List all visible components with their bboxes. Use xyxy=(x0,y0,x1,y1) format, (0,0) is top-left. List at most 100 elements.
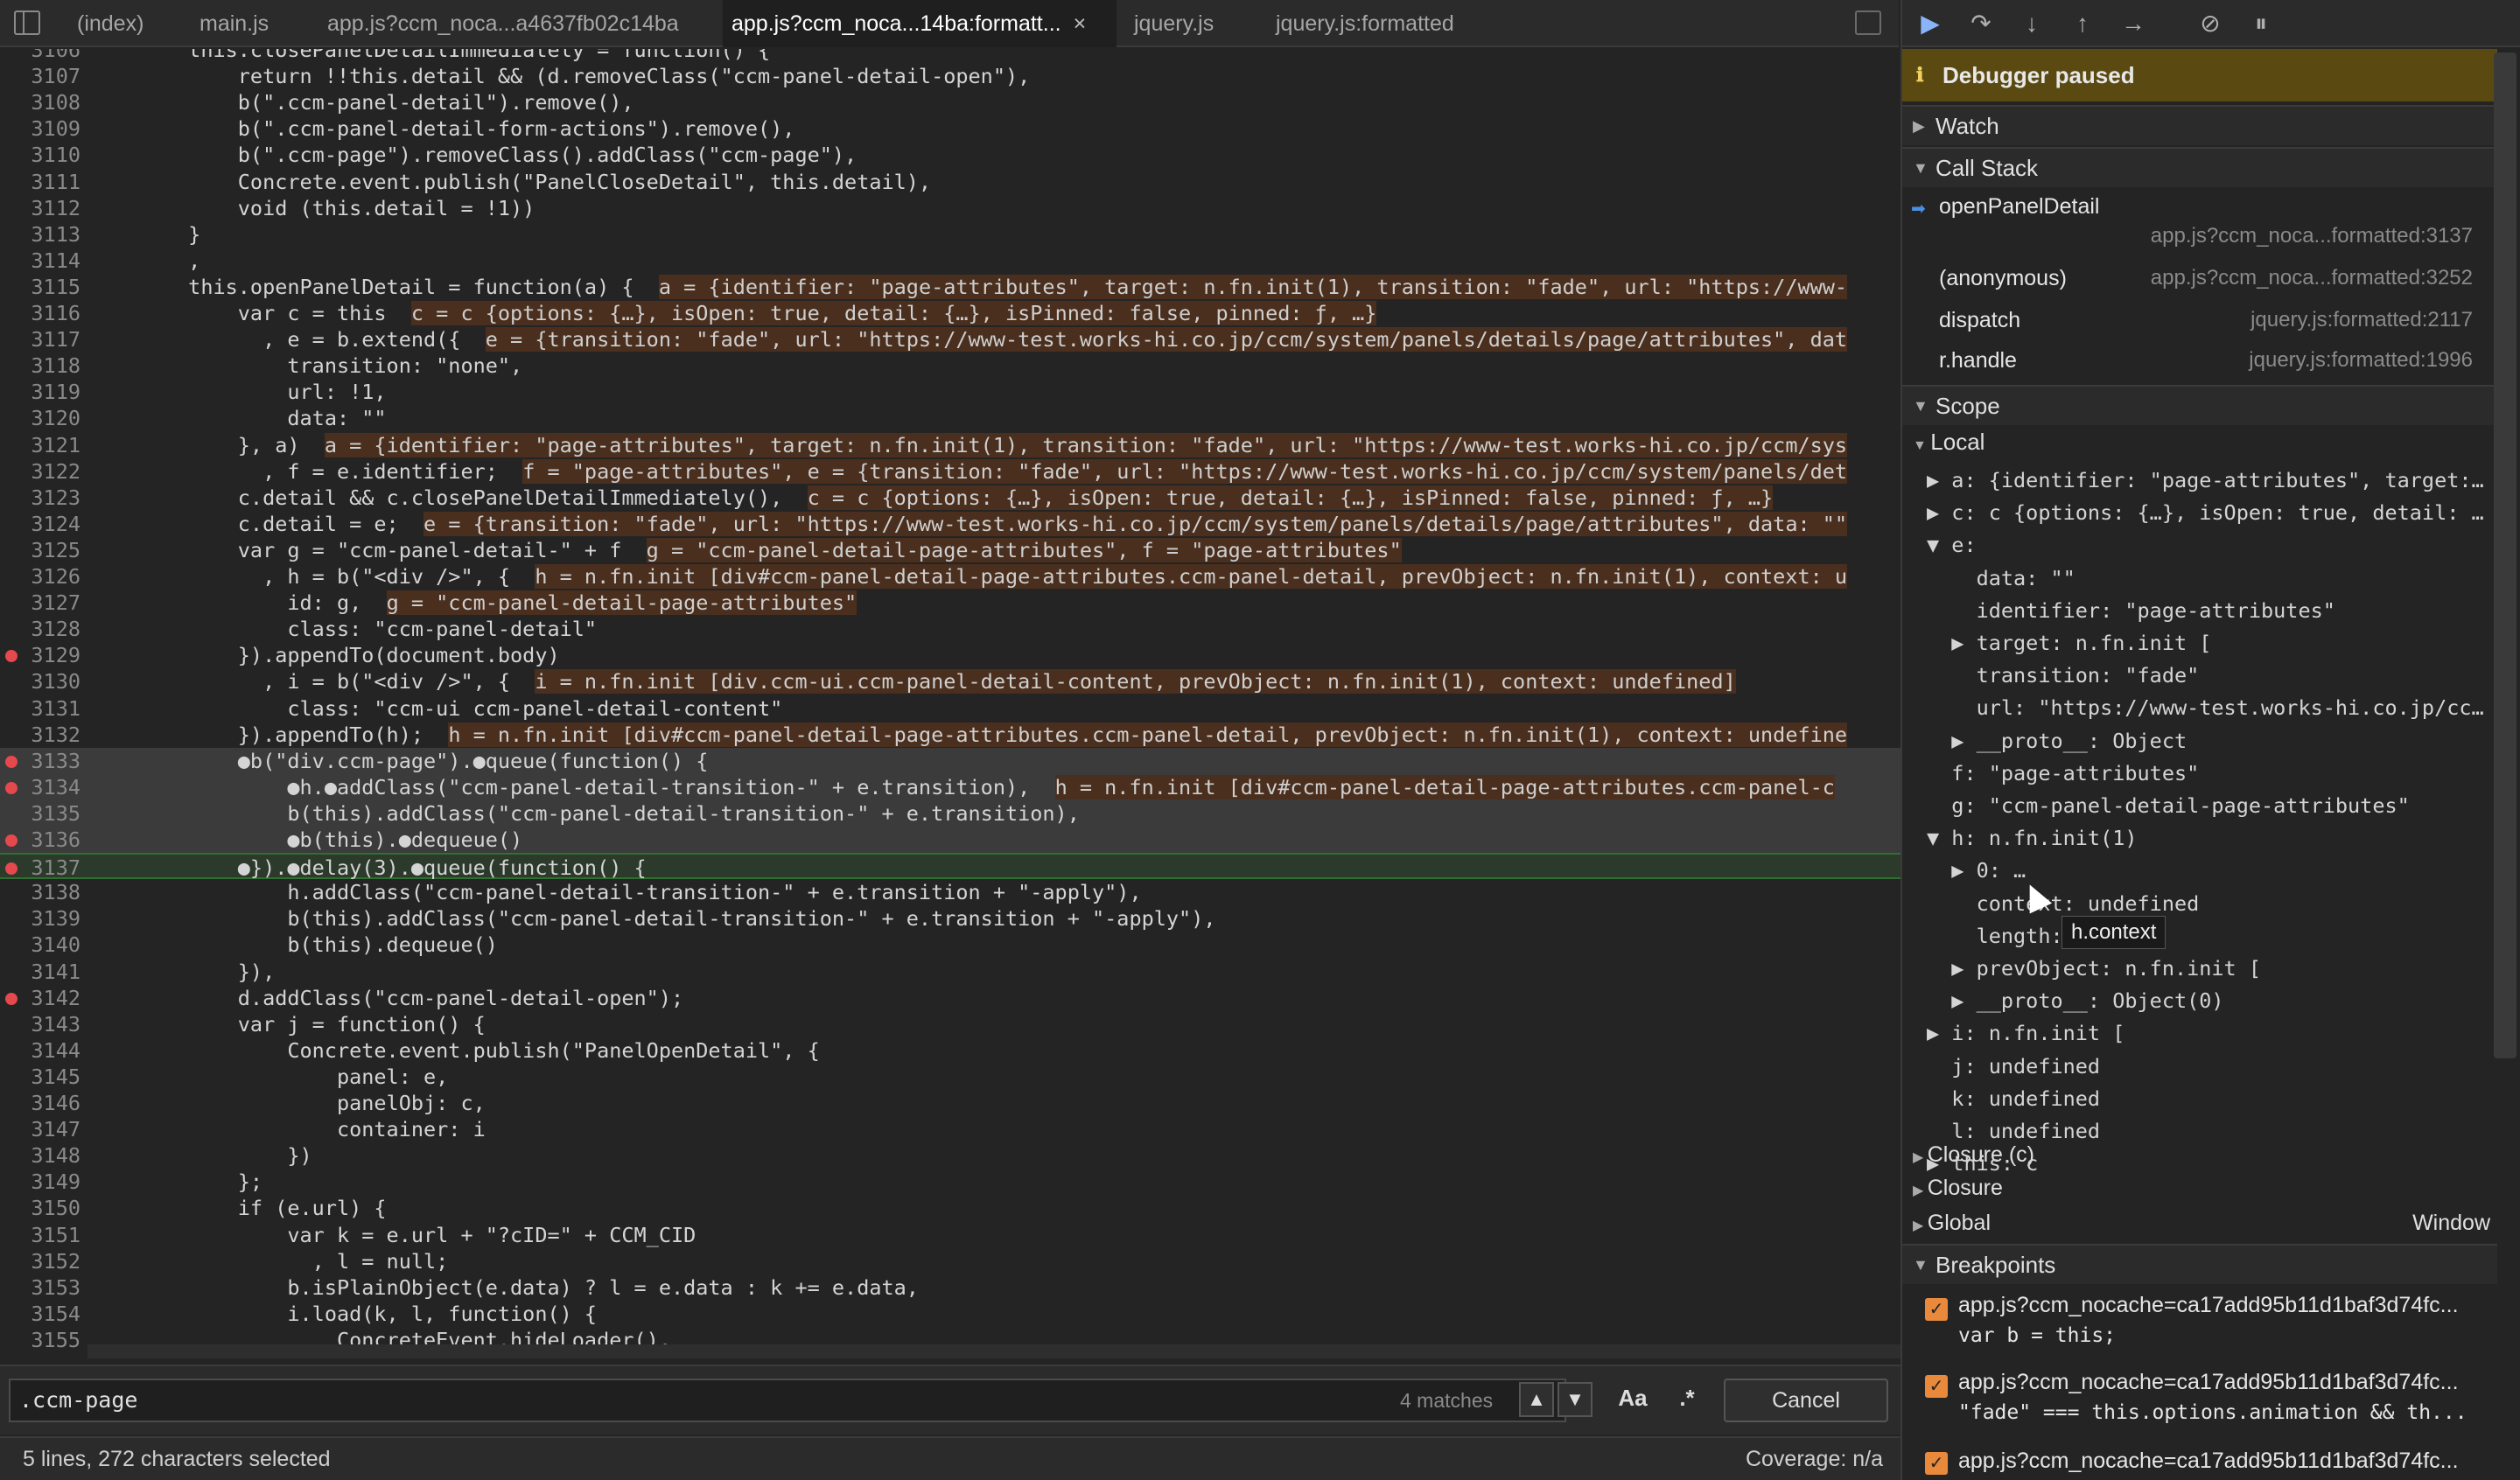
scope-variable[interactable]: ▶ __proto__: Object(0) xyxy=(1927,986,2223,1016)
pause-on-exceptions-icon[interactable]: ⏸ xyxy=(2245,9,2277,38)
code-line[interactable]: 3111 Concrete.event.publish("PanelCloseD… xyxy=(0,169,1900,195)
call-frame[interactable]: ➡ openPanelDetail app.js?ccm_noca...form… xyxy=(1902,194,2497,255)
code-line[interactable]: 3133 ●b("div.ccm-page").●queue(function(… xyxy=(0,747,1900,774)
line-number[interactable]: 3136 xyxy=(0,827,80,853)
code-line[interactable]: 3151 var k = e.url + "?cID=" + CCM_CID xyxy=(0,1222,1900,1248)
scope-variable[interactable]: identifier: "page-attributes" xyxy=(1927,596,2335,625)
code-line[interactable]: 3115 this.openPanelDetail = function(a) … xyxy=(0,274,1900,300)
checkbox-checked-icon[interactable]: ✓ xyxy=(1925,1452,1948,1475)
line-number[interactable]: 3139 xyxy=(0,905,80,932)
code-line[interactable]: 3106 this.closePanelDetailImmediately = … xyxy=(0,49,1900,63)
breakpoint-item[interactable]: ✓ app.js?ccm_nocache=ca17add95b11d1baf3d… xyxy=(1902,1293,2497,1363)
match-case-button[interactable]: Aa xyxy=(1615,1382,1650,1417)
line-number[interactable]: 3122 xyxy=(0,458,80,485)
line-number[interactable]: 3107 xyxy=(0,63,80,89)
line-number[interactable]: 3111 xyxy=(0,169,80,195)
code-line[interactable]: 3117 , e = b.extend({ e = {transition: "… xyxy=(0,326,1900,353)
line-number[interactable]: 3119 xyxy=(0,379,80,405)
code-line[interactable]: 3135 b(this).addClass("ccm-panel-detail-… xyxy=(0,799,1900,827)
line-number[interactable]: 3142 xyxy=(0,985,80,1011)
code-line[interactable]: 3125 var g = "ccm-panel-detail-" + f g =… xyxy=(0,537,1900,563)
code-line[interactable]: 3141 }), xyxy=(0,959,1900,985)
call-frame[interactable]: (anonymous) app.js?ccm_noca...formatted:… xyxy=(1902,266,2497,301)
code-line[interactable]: 3116 var c = this c = c {options: {…}, i… xyxy=(0,300,1900,326)
code-line[interactable]: 3107 return !!this.detail && (d.removeCl… xyxy=(0,63,1900,89)
code-line[interactable]: 3124 c.detail = e; e = {transition: "fad… xyxy=(0,511,1900,537)
code-line[interactable]: 3146 panelObj: c, xyxy=(0,1090,1900,1116)
line-number[interactable]: 3129 xyxy=(0,642,80,668)
code-line[interactable]: 3129 }).appendTo(document.body) xyxy=(0,642,1900,668)
breakpoint-item[interactable]: ✓ app.js?ccm_nocache=ca17add95b11d1baf3d… xyxy=(1902,1370,2497,1440)
code-line[interactable]: 3121 }, a) a = {identifier: "page-attrib… xyxy=(0,432,1900,458)
code-line[interactable]: 3134 ●h.●addClass("ccm-panel-detail-tran… xyxy=(0,773,1900,800)
line-number[interactable]: 3152 xyxy=(0,1248,80,1274)
code-editor[interactable]: 3106 this.closePanelDetailImmediately = … xyxy=(0,49,1900,1363)
code-line[interactable]: 3150 if (e.url) { xyxy=(0,1195,1900,1221)
code-line[interactable]: 3130 , i = b("<div />", { i = n.fn.init … xyxy=(0,668,1900,695)
scope-variable[interactable]: data: "" xyxy=(1927,563,2076,593)
breakpoint-item[interactable]: ✓ app.js?ccm_nocache=ca17add95b11d1baf3d… xyxy=(1902,1449,2497,1480)
line-number[interactable]: 3115 xyxy=(0,274,80,300)
step-icon[interactable]: → xyxy=(2118,9,2149,38)
scope-variable[interactable]: ▶ prevObject: n.fn.init [ xyxy=(1927,953,2261,983)
line-number[interactable]: 3138 xyxy=(0,879,80,905)
scope-variable[interactable]: j: undefined xyxy=(1927,1051,2100,1081)
line-number[interactable]: 3126 xyxy=(0,563,80,590)
scope-variable[interactable]: transition: "fade" xyxy=(1927,660,2200,690)
tab-jquery-js[interactable]: jquery.js xyxy=(1125,0,1222,47)
line-number[interactable]: 3145 xyxy=(0,1064,80,1090)
code-line[interactable]: 3112 void (this.detail = !1)) xyxy=(0,195,1900,221)
code-line[interactable]: 3138 h.addClass("ccm-panel-detail-transi… xyxy=(0,879,1900,905)
line-number[interactable]: 3109 xyxy=(0,115,80,142)
tab-index[interactable]: (index) xyxy=(68,0,152,47)
line-number[interactable]: 3146 xyxy=(0,1090,80,1116)
line-number[interactable]: 3112 xyxy=(0,195,80,221)
scope-variable[interactable]: ▶ i: n.fn.init [ xyxy=(1927,1018,2124,1048)
global-scope[interactable]: ▶ Global Window xyxy=(1913,1211,2490,1236)
line-number[interactable]: 3124 xyxy=(0,511,80,537)
scope-variable[interactable]: ▶ this: c xyxy=(1927,1148,2038,1178)
line-number[interactable]: 3120 xyxy=(0,405,80,431)
scope-variable[interactable]: l: undefined xyxy=(1927,1116,2100,1146)
line-number[interactable]: 3141 xyxy=(0,959,80,985)
scope-variable[interactable]: ▶ __proto__: Object xyxy=(1927,726,2187,756)
code-line[interactable]: 3152 , l = null; xyxy=(0,1248,1900,1274)
code-line[interactable]: 3127 id: g, g = "ccm-panel-detail-page-a… xyxy=(0,590,1900,616)
line-number[interactable]: 3151 xyxy=(0,1222,80,1248)
breakpoints-section[interactable]: ▼ Breakpoints xyxy=(1902,1244,2497,1284)
line-number[interactable]: 3106 xyxy=(0,49,80,63)
line-number[interactable]: 3132 xyxy=(0,722,80,748)
resume-icon[interactable]: ▶ xyxy=(1914,9,1946,38)
toggle-debugger-icon[interactable] xyxy=(1855,10,1881,35)
checkbox-checked-icon[interactable]: ✓ xyxy=(1925,1298,1948,1321)
line-number[interactable]: 3125 xyxy=(0,537,80,563)
tab-app-js[interactable]: app.js?ccm_noca...a4637fb02c14ba xyxy=(318,0,688,47)
code-line[interactable]: 3126 , h = b("<div />", { h = n.fn.init … xyxy=(0,563,1900,590)
line-number[interactable]: 3110 xyxy=(0,142,80,168)
code-line[interactable]: 3140 b(this).dequeue() xyxy=(0,932,1900,958)
code-line[interactable]: 3114 , xyxy=(0,248,1900,274)
horizontal-scrollbar[interactable] xyxy=(88,1344,1900,1358)
code-line[interactable]: 3153 b.isPlainObject(e.data) ? l = e.dat… xyxy=(0,1274,1900,1301)
line-number[interactable]: 3117 xyxy=(0,326,80,353)
tab-jquery-js-formatted[interactable]: jquery.js:formatted xyxy=(1267,0,1463,47)
line-number[interactable]: 3154 xyxy=(0,1301,80,1327)
code-line[interactable]: 3131 class: "ccm-ui ccm-panel-detail-con… xyxy=(0,695,1900,722)
watch-section[interactable]: ▶ Watch xyxy=(1902,105,2497,145)
code-line[interactable]: 3154 i.load(k, l, function() { xyxy=(0,1301,1900,1327)
code-line[interactable]: 3148 }) xyxy=(0,1142,1900,1169)
regex-button[interactable]: .* xyxy=(1670,1382,1704,1417)
line-number[interactable]: 3116 xyxy=(0,300,80,326)
tab-app-js-formatted[interactable]: app.js?ccm_noca...14ba:formatt... × xyxy=(723,0,1116,47)
scope-variable[interactable]: f: "page-attributes" xyxy=(1927,758,2199,788)
line-number[interactable]: 3147 xyxy=(0,1116,80,1142)
step-over-icon[interactable]: ↷ xyxy=(1965,9,1997,38)
step-into-icon[interactable]: ↓ xyxy=(2016,9,2048,38)
line-number[interactable]: 3114 xyxy=(0,248,80,274)
code-line[interactable]: 3123 c.detail && c.closePanelDetailImmed… xyxy=(0,485,1900,511)
call-frame[interactable]: dispatch jquery.js:formatted:2117 xyxy=(1902,308,2497,343)
call-frame[interactable]: r.handle jquery.js:formatted:1996 xyxy=(1902,348,2497,383)
line-number[interactable]: 3155 xyxy=(0,1327,80,1353)
scope-variable[interactable]: ▶ target: n.fn.init [ xyxy=(1927,628,2211,658)
search-input[interactable]: .ccm-page xyxy=(9,1379,1566,1422)
